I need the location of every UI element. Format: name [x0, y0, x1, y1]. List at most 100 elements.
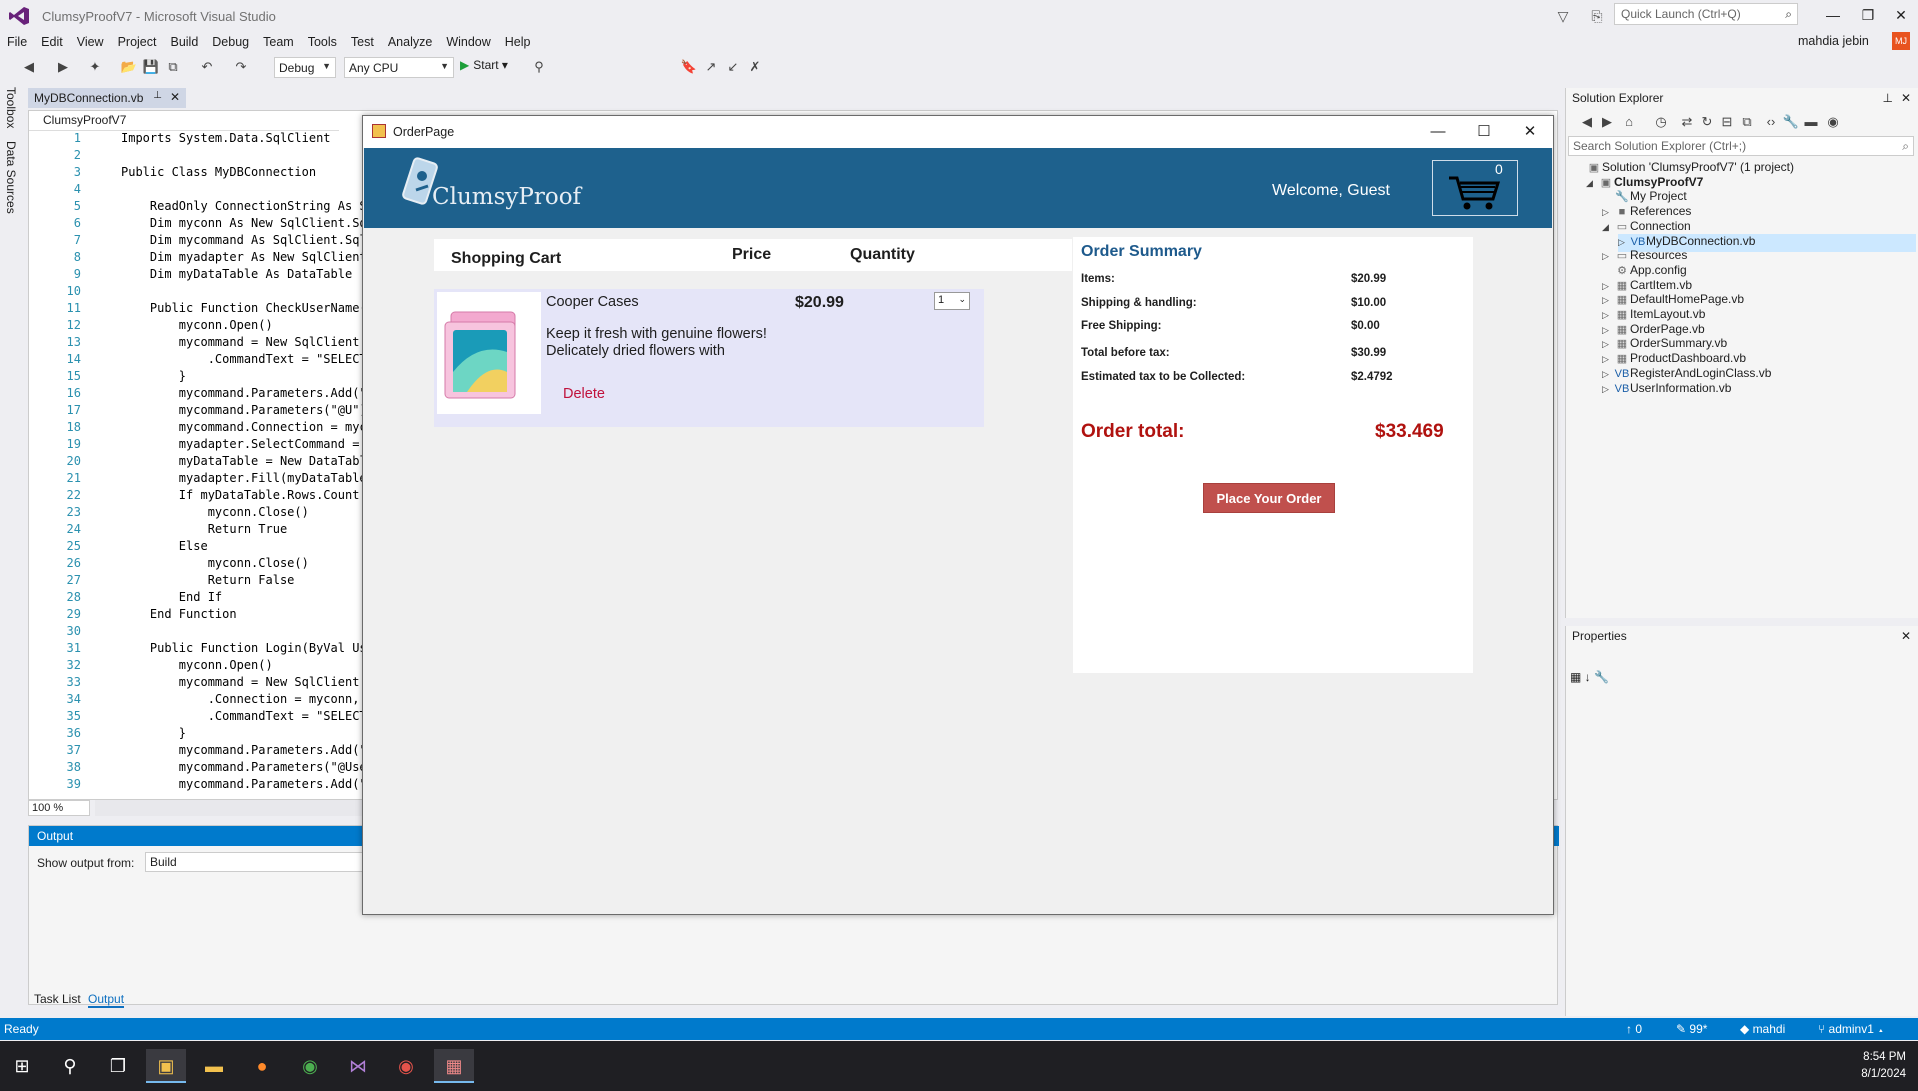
code-line[interactable]: 39 mycommand.Parameters.Add(": [29, 777, 369, 794]
view-code-icon[interactable]: ‹›: [1762, 113, 1780, 131]
code-line[interactable]: 2: [29, 148, 369, 165]
menu-file[interactable]: File: [0, 32, 34, 52]
code-line[interactable]: 20 myDataTable = New DataTable: [29, 454, 374, 471]
close-icon[interactable]: ✕: [1901, 629, 1911, 643]
code-line[interactable]: 8 Dim myadapter As New SqlClient.: [29, 250, 374, 267]
code-line[interactable]: 31 Public Function Login(ByVal Use: [29, 641, 374, 658]
toolbox-tab[interactable]: Toolbox: [4, 87, 18, 128]
data-sources-tab[interactable]: Data Sources: [4, 141, 18, 214]
next-bookmark-icon[interactable]: ↗: [702, 58, 720, 76]
delete-item-link[interactable]: Delete: [563, 386, 605, 402]
expand-chevron-icon[interactable]: ▷: [1602, 251, 1614, 262]
pin-icon[interactable]: ⊥: [153, 90, 162, 101]
orderpage-app-icon[interactable]: ▦: [434, 1049, 474, 1083]
bookmark-icon[interactable]: 🔖: [680, 58, 698, 76]
menu-project[interactable]: Project: [111, 32, 164, 52]
code-line[interactable]: 12 myconn.Open(): [29, 318, 369, 335]
expand-chevron-icon[interactable]: ▷: [1602, 281, 1614, 292]
code-line[interactable]: 14 .CommandText = "SELECT: [29, 352, 369, 369]
code-line[interactable]: 17 mycommand.Parameters("@U"): [29, 403, 369, 420]
history-icon[interactable]: ◷: [1652, 113, 1670, 131]
prev-bookmark-icon[interactable]: ↙: [724, 58, 742, 76]
code-line[interactable]: 9 Dim myDataTable As DataTable: [29, 267, 369, 284]
find-icon[interactable]: ⚲: [530, 58, 548, 76]
expand-chevron-icon[interactable]: ▷: [1602, 295, 1614, 306]
restore-button[interactable]: ❐: [1853, 4, 1883, 26]
refresh-icon[interactable]: ↻: [1698, 113, 1716, 131]
code-area[interactable]: 1 Imports System.Data.SqlClient 2 3 Public C…: [29, 131, 374, 794]
code-line[interactable]: 6 Dim myconn As New SqlClient.Sq: [29, 216, 369, 233]
collapse-all-icon[interactable]: ⊟: [1718, 113, 1736, 131]
code-line[interactable]: 13 mycommand = New SqlClient.S: [29, 335, 374, 352]
minimize-button[interactable]: —: [1818, 4, 1848, 26]
forward-icon[interactable]: ▶: [1598, 113, 1616, 131]
menu-help[interactable]: Help: [498, 32, 538, 52]
sync-icon[interactable]: ⇄: [1678, 113, 1696, 131]
back-icon[interactable]: ◀: [20, 58, 38, 76]
store-icon[interactable]: ▣: [146, 1049, 186, 1083]
repository[interactable]: ◆ mahdi: [1740, 1022, 1785, 1036]
publish-count[interactable]: ↑ 0: [1626, 1022, 1642, 1036]
code-line[interactable]: 11 Public Function CheckUserName(B: [29, 301, 374, 318]
menu-tools[interactable]: Tools: [301, 32, 344, 52]
close-button[interactable]: ✕: [1507, 116, 1553, 148]
pin-icon[interactable]: ⊥: [1883, 91, 1893, 105]
code-line[interactable]: 23 myconn.Close(): [29, 505, 369, 522]
show-all-files-icon[interactable]: ⧉: [1738, 113, 1756, 131]
start-debugging-button[interactable]: ▶ Start ▾: [460, 58, 508, 72]
code-line[interactable]: 19 myadapter.SelectCommand = m: [29, 437, 374, 454]
solution-platform-dropdown[interactable]: Any CPU ▼: [344, 57, 454, 78]
solution-configuration-dropdown[interactable]: Debug ▼: [274, 57, 336, 78]
clock[interactable]: 8:54 PM 8/1/2024: [1861, 1049, 1906, 1083]
code-line[interactable]: 28 End If: [29, 590, 369, 607]
close-tab-icon[interactable]: ✕: [170, 90, 180, 104]
code-line[interactable]: 32 myconn.Open(): [29, 658, 369, 675]
save-all-icon[interactable]: ⧉: [164, 58, 182, 76]
home-icon[interactable]: ⌂: [1620, 113, 1638, 131]
quantity-dropdown[interactable]: 1 ⌄: [934, 292, 970, 310]
expand-chevron-icon[interactable]: ▷: [1618, 237, 1630, 248]
code-line[interactable]: 15 }: [29, 369, 369, 386]
filter-icon[interactable]: ▽: [1552, 5, 1574, 27]
firefox-icon[interactable]: ●: [242, 1049, 282, 1083]
quick-launch-input[interactable]: Quick Launch (Ctrl+Q) ⌕: [1614, 3, 1798, 25]
output-source-dropdown[interactable]: Build: [145, 852, 395, 872]
code-line[interactable]: 25 Else: [29, 539, 369, 556]
file-explorer-icon[interactable]: ▬: [194, 1049, 234, 1083]
menu-team[interactable]: Team: [256, 32, 301, 52]
globe-icon[interactable]: ◉: [1824, 113, 1842, 131]
horizontal-scrollbar[interactable]: [95, 800, 365, 816]
code-line[interactable]: 10: [29, 284, 369, 301]
cart-button[interactable]: 0: [1432, 160, 1518, 216]
search-icon[interactable]: ⚲: [50, 1049, 90, 1083]
code-line[interactable]: 3 Public Class MyDBConnection: [29, 165, 369, 182]
code-line[interactable]: 38 mycommand.Parameters("@User: [29, 760, 374, 777]
close-button[interactable]: ✕: [1886, 4, 1916, 26]
code-line[interactable]: 27 Return False: [29, 573, 369, 590]
menu-test[interactable]: Test: [344, 32, 381, 52]
forward-icon[interactable]: ▶: [54, 58, 72, 76]
branch[interactable]: ⑂ adminv1 ▴: [1818, 1022, 1884, 1036]
code-line[interactable]: 24 Return True: [29, 522, 369, 539]
maximize-button[interactable]: ☐: [1461, 116, 1507, 148]
redo-icon[interactable]: ↷: [232, 58, 250, 76]
code-line[interactable]: 29 End Function: [29, 607, 369, 624]
code-line[interactable]: 30: [29, 624, 369, 641]
output-tab[interactable]: Output: [88, 992, 125, 1008]
place-order-button[interactable]: Place Your Order: [1203, 483, 1335, 513]
expand-chevron-icon[interactable]: ▷: [1602, 310, 1614, 321]
expand-chevron-icon[interactable]: ▷: [1602, 339, 1614, 350]
expand-chevron-icon[interactable]: ▷: [1602, 369, 1614, 380]
code-line[interactable]: 18 mycommand.Connection = myco: [29, 420, 374, 437]
menu-view[interactable]: View: [70, 32, 111, 52]
avatar[interactable]: MJ: [1892, 32, 1910, 50]
solution-tree-item[interactable]: ▷ VBUserInformation.vb: [1602, 381, 1916, 399]
code-line[interactable]: 37 mycommand.Parameters.Add(": [29, 743, 369, 760]
menu-window[interactable]: Window: [439, 32, 497, 52]
save-icon[interactable]: 💾: [142, 58, 160, 76]
task-list-tab[interactable]: Task List: [34, 992, 81, 1006]
code-line[interactable]: 21 myadapter.Fill(myDataTable): [29, 471, 374, 488]
signed-in-user[interactable]: mahdia jebin: [1798, 34, 1869, 48]
menu-analyze[interactable]: Analyze: [381, 32, 439, 52]
close-icon[interactable]: ✕: [1901, 91, 1911, 105]
